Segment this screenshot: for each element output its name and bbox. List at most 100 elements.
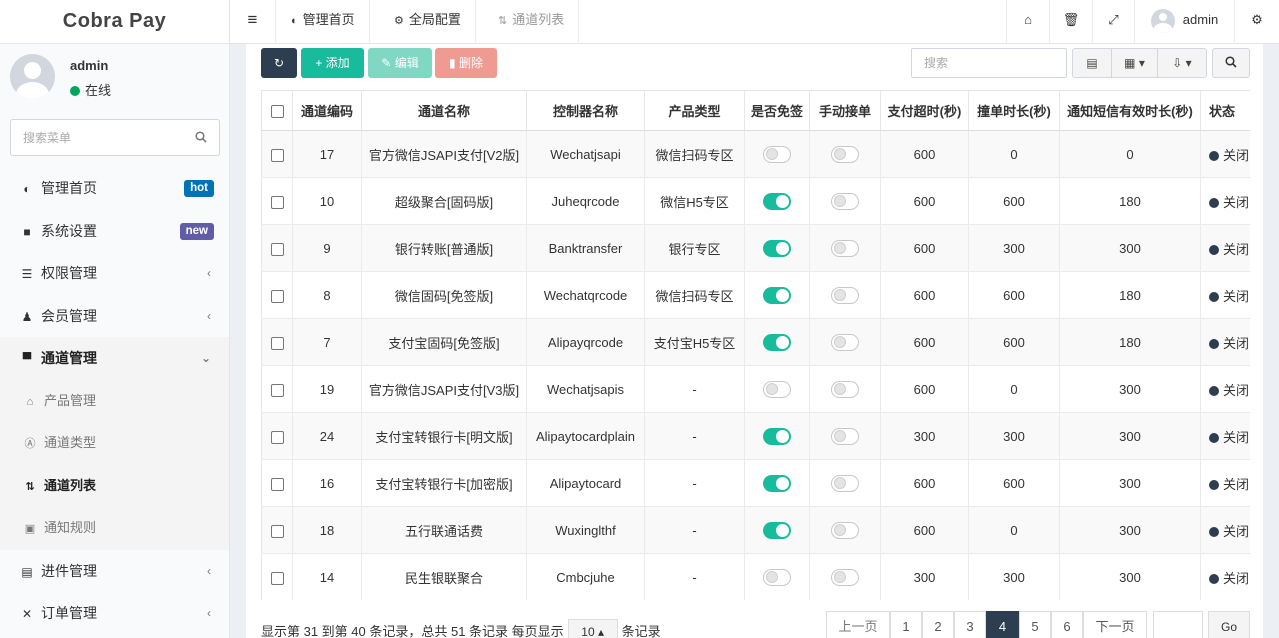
column-header[interactable]: 产品类型	[644, 90, 745, 131]
manual-order-toggle[interactable]	[831, 192, 859, 210]
manual-order-toggle[interactable]	[831, 333, 859, 351]
page-jump-input[interactable]	[1153, 611, 1203, 638]
column-header[interactable]: 支付超时(秒)	[880, 90, 969, 131]
sidebar-item-onboarding[interactable]: ▤ 进件管理 ‹	[0, 550, 229, 593]
row-checkbox[interactable]	[270, 148, 284, 162]
free-sign-toggle[interactable]	[763, 333, 791, 351]
column-header[interactable]: 撞单时长(秒)	[968, 90, 1060, 131]
sidebar-item-system-settings[interactable]: ■ 系统设置 new	[0, 210, 229, 253]
select-all-checkbox[interactable]	[270, 105, 284, 119]
app-logo[interactable]: Cobra Pay	[0, 0, 229, 44]
manual-order-toggle[interactable]	[831, 145, 859, 163]
sidebar-subitem-channel-types[interactable]: Ⓐ 通道类型	[0, 422, 229, 465]
column-header[interactable]: 通道名称	[361, 90, 527, 131]
column-header[interactable]: 状态	[1200, 90, 1250, 131]
table-row[interactable]: 16 支付宝转银行卡[加密版] Alipaytocard -600 600 300 关闭	[261, 459, 1250, 507]
column-header[interactable]: 手动接单	[809, 90, 881, 131]
page-size-select[interactable]: 10 ▴	[567, 619, 618, 638]
free-sign-toggle[interactable]	[763, 427, 791, 445]
home-button[interactable]: ⌂	[1006, 0, 1049, 44]
cell-pay_timeout: 600	[880, 271, 969, 319]
free-sign-toggle[interactable]	[763, 380, 791, 398]
status-label: 关闭	[1223, 382, 1250, 398]
free-sign-toggle[interactable]	[763, 568, 791, 586]
clear-cache-button[interactable]: 🗑	[1049, 0, 1092, 44]
go-button[interactable]: Go	[1208, 611, 1250, 638]
table-row[interactable]: 8 微信固码[免签版] Wechatqrcode 微信扫码专区 600 600 180 关闭	[261, 271, 1250, 319]
sidebar-subitem-notify-rules[interactable]: ▣ 通知规则	[0, 507, 229, 550]
table-row[interactable]: 24 支付宝转银行卡[明文版] Alipaytocardplain -300 300 30…	[261, 412, 1250, 460]
fullscreen-button[interactable]: ⤢	[1092, 0, 1134, 44]
row-checkbox[interactable]	[270, 524, 284, 538]
pencil-icon: ✎	[381, 56, 392, 70]
page-button[interactable]: 6	[1051, 611, 1083, 638]
page-button[interactable]: 2	[922, 611, 954, 638]
sidebar-item-channels[interactable]: ▀ 通道管理 ⌄	[0, 337, 229, 380]
row-checkbox[interactable]	[270, 571, 284, 585]
toggle-view-button[interactable]: ▤	[1072, 48, 1112, 78]
free-sign-toggle[interactable]	[763, 145, 791, 163]
row-checkbox[interactable]	[270, 430, 284, 444]
manual-order-toggle[interactable]	[831, 568, 859, 586]
table-row[interactable]: 18 五行联通话费 Wuxinglthf - 600 0 300 关闭	[261, 506, 1250, 554]
row-checkbox[interactable]	[270, 289, 284, 303]
sidebar-search-input[interactable]	[11, 120, 181, 155]
table-row[interactable]: 10 超级聚合[固码版] Juheqrcode 微信H5专区 600 600 180 关闭	[261, 177, 1250, 225]
table-search-input[interactable]	[912, 49, 1062, 77]
row-checkbox[interactable]	[270, 336, 284, 350]
search-icon[interactable]	[195, 131, 207, 143]
sidebar-item-orders[interactable]: ✕ 订单管理 ‹	[0, 592, 229, 635]
expand-icon: ⤢	[1108, 12, 1119, 27]
manual-order-toggle[interactable]	[831, 427, 859, 445]
sidebar-subitem-products[interactable]: ⌂ 产品管理	[0, 380, 229, 423]
refresh-button[interactable]: ↻	[261, 48, 297, 78]
edit-button[interactable]: ✎ 编辑	[368, 48, 432, 78]
row-checkbox[interactable]	[270, 383, 284, 397]
free-sign-toggle[interactable]	[763, 192, 791, 210]
prev-page-button[interactable]: 上一页	[826, 611, 890, 638]
sidebar-item-permissions[interactable]: ☰ 权限管理 ‹	[0, 252, 229, 295]
sidebar-item-members[interactable]: ♟ 会员管理 ‹	[0, 295, 229, 338]
column-header[interactable]: 是否免签	[744, 90, 810, 131]
sidebar-subitem-channel-list[interactable]: ⇅ 通道列表	[0, 465, 229, 508]
sidebar-toggle-button[interactable]: ≡	[230, 0, 276, 44]
column-header[interactable]: 控制器名称	[526, 90, 645, 131]
table-row[interactable]: 19 官方微信JSAPI支付[V3版] Wechatjsapis - 600 0 300 关闭	[261, 365, 1250, 413]
settings-button[interactable]: ⚙	[1234, 0, 1279, 44]
tab-global-config[interactable]: ⚙ 全局配置	[380, 0, 476, 44]
column-header[interactable]: 通知短信有效时长(秒)	[1059, 90, 1201, 131]
next-page-button[interactable]: 下一页	[1083, 611, 1147, 638]
row-checkbox[interactable]	[270, 477, 284, 491]
row-checkbox[interactable]	[270, 195, 284, 209]
column-header[interactable]: 通道编码	[292, 90, 362, 131]
manual-order-toggle[interactable]	[831, 474, 859, 492]
columns-button[interactable]: ▦ ▾	[1111, 48, 1158, 78]
free-sign-toggle[interactable]	[763, 286, 791, 304]
manual-order-toggle[interactable]	[831, 521, 859, 539]
manual-order-toggle[interactable]	[831, 286, 859, 304]
row-checkbox[interactable]	[270, 242, 284, 256]
delete-button[interactable]: ▮ 删除	[435, 48, 497, 78]
page-button[interactable]: 5	[1019, 611, 1051, 638]
table-row[interactable]: 14 民生银联聚合 Cmbcjuhe -300 300 300 关闭	[261, 553, 1250, 600]
page-button[interactable]: 3	[954, 611, 986, 638]
advanced-search-button[interactable]	[1212, 48, 1250, 78]
table-row[interactable]: 9 银行转账[普通版] Banktransfer 银行专区 600 300 300 关闭	[261, 224, 1250, 272]
user-menu-button[interactable]: admin	[1134, 0, 1234, 44]
free-sign-toggle[interactable]	[763, 521, 791, 539]
free-sign-toggle[interactable]	[763, 474, 791, 492]
table-row[interactable]: 7 支付宝固码[免签版] Alipayqrcode 支付宝H5专区 600 600 180 关…	[261, 318, 1250, 366]
manual-order-toggle[interactable]	[831, 239, 859, 257]
page-button-current[interactable]: 4	[986, 611, 1019, 638]
tab-channel-list[interactable]: ⇅ 通道列表	[484, 0, 580, 44]
add-button[interactable]: + 添加	[301, 48, 364, 78]
export-button[interactable]: ⇩ ▾	[1157, 48, 1207, 78]
page-button[interactable]: 1	[890, 611, 922, 638]
sidebar-item-dashboard[interactable]: ◐ 管理首页 hot	[0, 167, 229, 210]
table-row[interactable]: 17 官方微信JSAPI支付[V2版] Wechatjsapi 微信扫码专区 600 0 0…	[261, 130, 1250, 178]
table-container: 通道编码 通道名称 控制器名称 产品类型 是否免签 手动接单 支付超时(秒) 撞…	[261, 90, 1250, 600]
tab-dashboard[interactable]: ◐ 管理首页	[277, 0, 370, 44]
manual-order-toggle[interactable]	[831, 380, 859, 398]
cell-sms_valid: 180	[1059, 318, 1201, 366]
free-sign-toggle[interactable]	[763, 239, 791, 257]
